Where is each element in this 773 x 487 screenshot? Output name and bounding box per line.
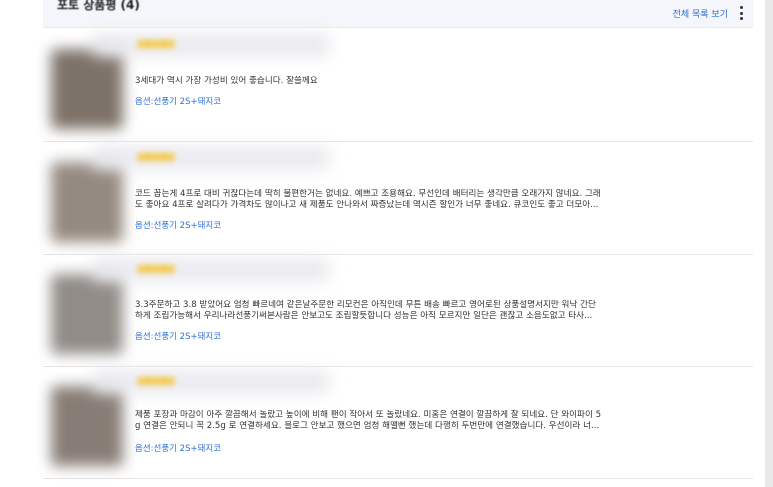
review-item[interactable]: 3.3주문하고 3.8 받았어요 엄청 빠르네여 같은날주문한 리모컨은 아직인…	[43, 254, 753, 367]
star-icon	[160, 153, 167, 161]
review-text-line: 3.3주문하고 3.8 받았어요 엄청 빠르네여 같은날주문한 리모컨은 아직인…	[135, 300, 596, 310]
kebab-dot	[739, 6, 743, 9]
photo-review-header: 포토 상품평 (4) 전체 목록 보기	[43, 0, 753, 28]
star-rating	[138, 265, 175, 275]
kebab-dot	[739, 17, 743, 20]
reviewer-info-blurred	[93, 34, 329, 56]
view-all-link[interactable]: 전체 목록 보기	[673, 7, 728, 20]
review-text[interactable]: 3세대가 역시 가장 가성비 있어 좋습니다. 잘쓸께요	[135, 76, 745, 87]
review-item[interactable]: 제품 포장과 마감이 아주 깔끔해서 놀랐고 높이에 비해 팬이 작아서 또 놀…	[43, 366, 753, 479]
review-item[interactable]: 3세대가 역시 가장 가성비 있어 좋습니다. 잘쓸께요 옵션:선풍기 2S+돼…	[43, 29, 753, 142]
star-icon	[167, 265, 175, 273]
star-rating	[138, 153, 175, 163]
reviewer-info-blurred	[93, 147, 329, 169]
star-icon	[138, 265, 145, 273]
review-text-line: 코드 꼽는게 4프로 대비 귀찮다는데 딱히 불편한거는 없네요. 예쁘고 조용…	[135, 189, 601, 199]
review-option: 옵션:선풍기 2S+돼지코	[135, 332, 222, 342]
star-rating	[138, 40, 175, 50]
star-icon	[152, 40, 160, 48]
review-photo-thumbnail[interactable]	[51, 274, 123, 354]
review-option: 옵션:선풍기 2S+돼지코	[135, 97, 222, 107]
review-text-line: 3세대가 역시 가장 가성비 있어 좋습니다. 잘쓸께요	[135, 76, 318, 86]
reviewer-info-blurred	[93, 259, 329, 281]
star-icon	[138, 40, 145, 48]
section-title: 포토 상품평 (4)	[57, 0, 140, 12]
review-text[interactable]: 코드 꼽는게 4프로 대비 귀찮다는데 딱히 불편한거는 없네요. 예쁘고 조용…	[135, 189, 745, 211]
kebab-menu-icon[interactable]	[738, 6, 744, 20]
star-rating	[138, 377, 175, 387]
star-icon	[145, 377, 152, 385]
star-icon	[152, 153, 160, 161]
review-option: 옵션:선풍기 2S+돼지코	[135, 221, 222, 231]
review-photo-thumbnail[interactable]	[51, 386, 123, 466]
star-icon	[167, 40, 175, 48]
review-text-line: g 연결은 안되니 꼭 2.5g 로 연결하세요. 블로그 안보고 했으면 엄청…	[135, 421, 600, 431]
star-icon	[167, 153, 175, 161]
review-text[interactable]: 제품 포장과 마감이 아주 깔끔해서 놀랐고 높이에 비해 팬이 작아서 또 놀…	[135, 410, 745, 432]
review-text-line: 제품 포장과 마감이 아주 깔끔해서 놀랐고 높이에 비해 팬이 작아서 또 놀…	[135, 410, 602, 420]
review-option: 옵션:선풍기 2S+돼지코	[135, 444, 222, 454]
review-text[interactable]: 3.3주문하고 3.8 받았어요 엄청 빠르네여 같은날주문한 리모컨은 아직인…	[135, 300, 745, 322]
kebab-dot	[739, 11, 743, 15]
scrollbar-track[interactable]	[765, 0, 773, 487]
star-icon	[152, 377, 160, 385]
star-icon	[145, 265, 152, 273]
review-text-line: 도 좋아요 4프로 살려다가 가격차도 많이나고 새 제품도 안나와서 짜증났는…	[135, 200, 599, 210]
star-icon	[160, 40, 167, 48]
star-icon	[160, 265, 167, 273]
star-icon	[145, 153, 152, 161]
star-icon	[138, 377, 145, 385]
star-icon	[138, 153, 145, 161]
photo-review-panel: 포토 상품평 (4) 전체 목록 보기 3세대가 역시 가장 가성비 있어 좋습…	[0, 0, 773, 487]
star-icon	[167, 377, 175, 385]
reviewer-info-blurred	[93, 371, 329, 393]
star-icon	[145, 40, 152, 48]
review-item[interactable]: 코드 꼽는게 4프로 대비 귀찮다는데 딱히 불편한거는 없네요. 예쁘고 조용…	[43, 142, 753, 255]
star-icon	[152, 265, 160, 273]
review-text-line: 하게 조립가능해서 우리나라선풍기써본사람은 안보고도 조립할듯합니다 성능은 …	[135, 311, 593, 321]
star-icon	[160, 377, 167, 385]
review-photo-thumbnail[interactable]	[51, 162, 123, 242]
review-photo-thumbnail[interactable]	[51, 49, 123, 129]
